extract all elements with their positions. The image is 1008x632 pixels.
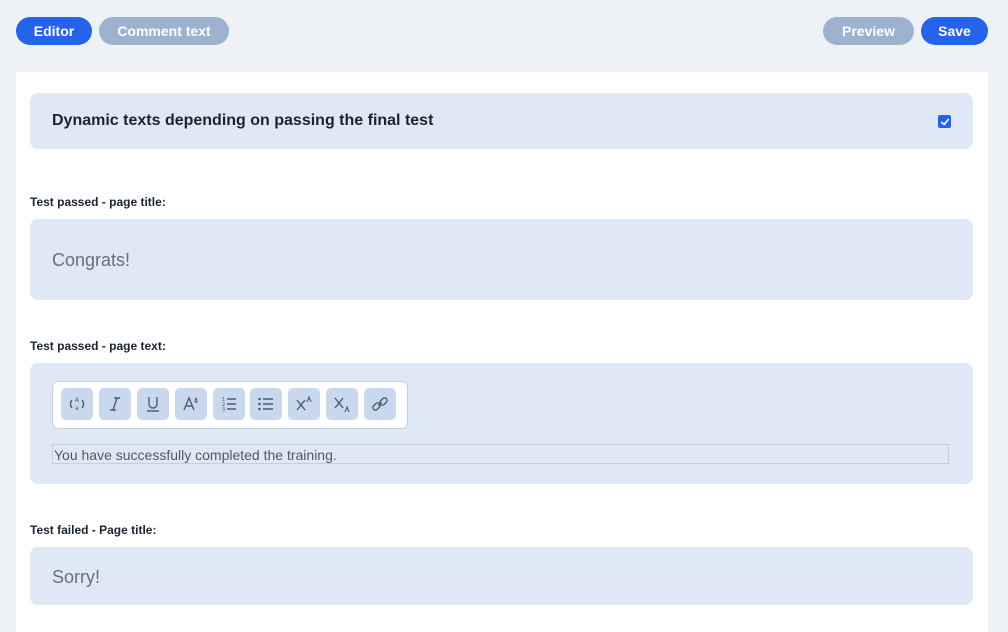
dynamic-texts-checkbox[interactable] [938,115,951,128]
dynamic-texts-toggle-row: Dynamic texts depending on passing the f… [30,93,973,149]
subscript-icon [334,397,350,413]
passed-text-label: Test passed - page text: [30,339,166,353]
top-bar: Editor Comment text Preview Save [0,0,1008,72]
tab-comment-text[interactable]: Comment text [99,17,229,45]
unordered-list-icon [258,397,273,411]
failed-title-label: Test failed - Page title: [30,523,157,537]
svg-text:a: a [75,405,79,412]
passed-title-value: Congrats! [52,250,131,270]
preview-button[interactable]: Preview [823,17,914,45]
dynamic-texts-label: Dynamic texts depending on passing the f… [52,112,434,129]
content-card: Dynamic texts depending on passing the f… [16,72,988,632]
underline-button[interactable] [137,388,169,420]
ordered-list-icon: 1 2 3 [222,397,236,413]
superscript-button[interactable] [288,388,320,420]
link-button[interactable] [364,388,396,420]
ordered-list-button[interactable]: 1 2 3 [213,388,245,420]
passed-title-input[interactable]: Congrats! [30,219,973,300]
svg-text:3: 3 [222,407,225,413]
failed-title-value: Sorry! [52,567,101,587]
underline-icon [147,397,159,412]
rich-text-toolbar: A a 1 2 3 [52,381,408,429]
checkmark-icon [940,118,949,125]
save-button[interactable]: Save [921,17,988,45]
italic-button[interactable] [99,388,131,420]
clear-format-icon: A a [69,397,85,412]
italic-icon [110,397,120,411]
superscript-icon [296,395,312,411]
passed-title-label: Test passed - page title: [30,195,166,209]
svg-text:A: A [75,397,80,404]
link-icon [372,397,388,411]
failed-title-input[interactable]: Sorry! [30,547,973,605]
font-color-button[interactable] [175,388,207,420]
font-color-icon [183,396,198,411]
passed-text-content[interactable]: You have successfully completed the trai… [52,444,949,464]
clear-format-button[interactable]: A a [61,388,93,420]
subscript-button[interactable] [326,388,358,420]
unordered-list-button[interactable] [250,388,282,420]
passed-text-editor: A a 1 2 3 You have successfully complete… [30,363,973,484]
tab-editor[interactable]: Editor [16,17,92,45]
